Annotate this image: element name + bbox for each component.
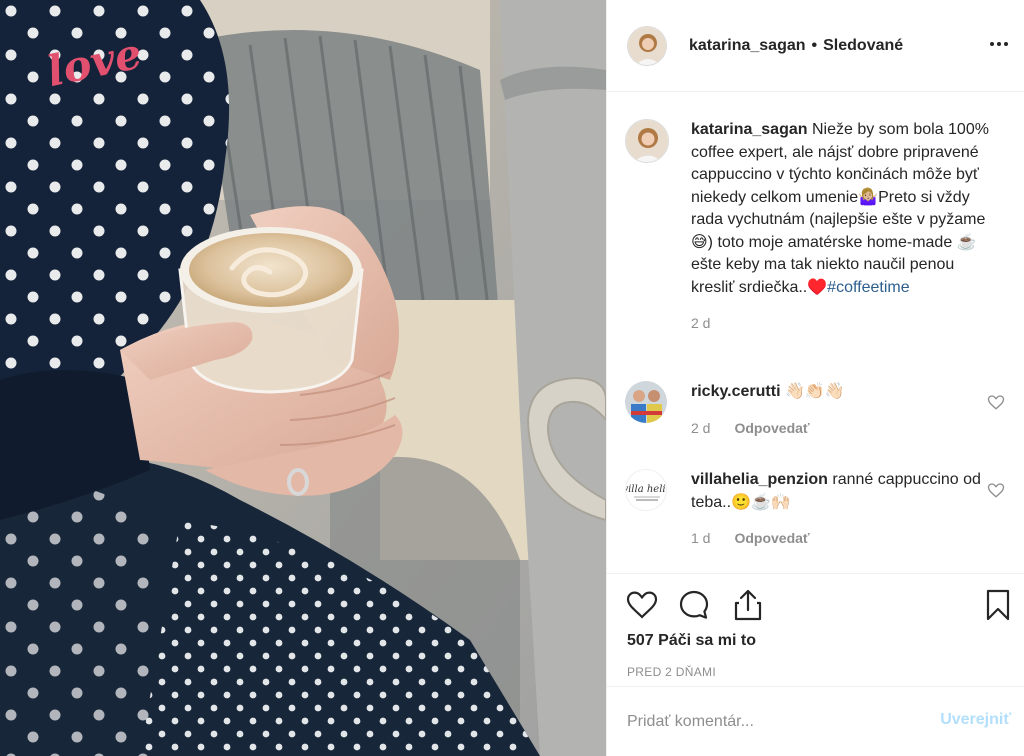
follow-status-button[interactable]: Sledované xyxy=(823,37,903,55)
comment-body: ricky.cerutti 👋🏻👏🏻👋🏻 2 d Odpovedať xyxy=(691,381,981,436)
more-horizontal-icon[interactable] xyxy=(987,32,1011,56)
comment-like-heart-icon[interactable] xyxy=(987,393,1005,411)
comment-time[interactable]: 1 d xyxy=(691,530,710,546)
comment-text: 👋🏻👏🏻👋🏻 xyxy=(784,383,845,400)
caption-body: katarina_sagan Nieže by som bola 100% co… xyxy=(691,119,991,331)
coffee-photo-illustration: love xyxy=(0,0,606,756)
comment-body: villahelia_penzion ranné cappuccino od t… xyxy=(691,469,981,546)
comment-username[interactable]: ricky.cerutti xyxy=(691,383,781,400)
author-username[interactable]: katarina_sagan xyxy=(689,37,806,55)
reply-button[interactable]: Odpovedať xyxy=(734,420,809,436)
likes-count[interactable]: 507 Páči sa mi to xyxy=(627,632,756,650)
author-avatar[interactable] xyxy=(627,25,667,66)
caption-username[interactable]: katarina_sagan xyxy=(691,121,808,138)
post-date[interactable]: PRED 2 DŇAMI xyxy=(627,665,716,679)
reply-button[interactable]: Odpovedať xyxy=(734,530,809,546)
post-details-panel: katarina_sagan • Sledované katarina_saga… xyxy=(606,0,1024,756)
post-comment-button[interactable]: Uverejniť xyxy=(940,711,1011,729)
caption-meta: 2 d xyxy=(691,315,991,331)
comment-text-block: villahelia_penzion ranné cappuccino od t… xyxy=(691,469,981,514)
post-header: katarina_sagan • Sledované xyxy=(607,0,1024,92)
comment-time[interactable]: 2 d xyxy=(691,420,710,436)
commenter-avatar[interactable]: villa helia xyxy=(625,469,667,511)
comment-username[interactable]: villahelia_penzion xyxy=(691,471,828,488)
caption-time[interactable]: 2 d xyxy=(691,315,710,331)
post-caption: katarina_sagan Nieže by som bola 100% co… xyxy=(625,119,1015,331)
commenter-avatar[interactable] xyxy=(625,381,667,423)
instagram-post-modal: love katarina_sagan • Sledované katarina… xyxy=(0,0,1024,756)
svg-text:villa helia: villa helia xyxy=(626,484,667,495)
comment-icon[interactable] xyxy=(677,588,711,622)
comment-item: villa helia villahelia_penzion ranné cap… xyxy=(625,469,1015,546)
post-photo[interactable]: love xyxy=(0,0,606,756)
caption-author-avatar[interactable] xyxy=(625,119,669,163)
comment-item: ricky.cerutti 👋🏻👏🏻👋🏻 2 d Odpovedať xyxy=(625,381,1015,436)
comment-meta: 2 d Odpovedať xyxy=(691,420,981,436)
share-icon[interactable] xyxy=(731,588,765,622)
heart-icon[interactable] xyxy=(625,588,659,622)
comments-list[interactable]: katarina_sagan Nieže by som bola 100% co… xyxy=(607,93,1024,573)
caption-text: Nieže by som bola 100% coffee expert, al… xyxy=(691,121,989,296)
hashtag-link[interactable]: #coffeetime xyxy=(827,279,909,296)
caption-text-block: katarina_sagan Nieže by som bola 100% co… xyxy=(691,119,991,299)
comment-input[interactable] xyxy=(627,707,917,737)
bookmark-icon[interactable] xyxy=(981,588,1015,622)
comment-text-block: ricky.cerutti 👋🏻👏🏻👋🏻 xyxy=(691,381,981,404)
comment-like-heart-icon[interactable] xyxy=(987,481,1005,499)
add-comment-section: Uverejniť xyxy=(607,686,1024,756)
header-separator: • xyxy=(811,36,818,54)
comment-meta: 1 d Odpovedať xyxy=(691,530,981,546)
post-actions-section: 507 Páči sa mi to PRED 2 DŇAMI xyxy=(607,573,1024,685)
